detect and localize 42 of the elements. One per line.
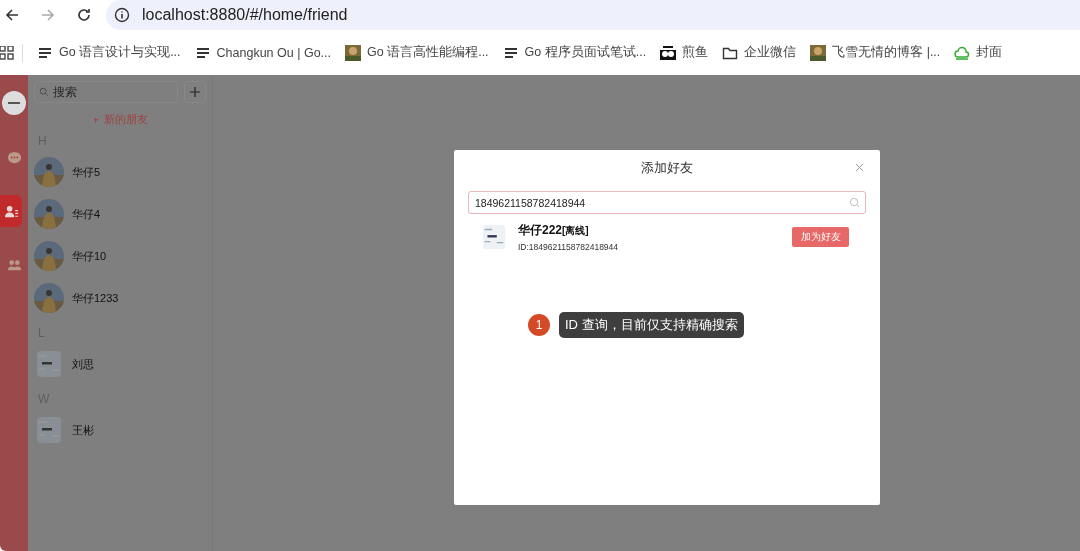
- info-icon: [114, 7, 130, 23]
- plus-icon: [190, 87, 200, 97]
- cloud-icon: [954, 44, 971, 61]
- search-field[interactable]: 搜索: [34, 81, 178, 103]
- chat-icon: [6, 149, 22, 165]
- reload-icon[interactable]: [76, 7, 92, 23]
- default-avatar-icon: [34, 415, 64, 445]
- search-field[interactable]: 1849621158782418944: [468, 191, 866, 214]
- contact-item[interactable]: 王彬: [34, 409, 206, 451]
- group-icon: [6, 257, 22, 273]
- tooltip: ID 查询，目前仅支持精确搜索: [559, 312, 744, 338]
- bookmark[interactable]: 企业微信: [722, 44, 797, 61]
- back-icon[interactable]: [4, 7, 20, 23]
- user-id: ID:1849621158782418944: [518, 242, 620, 252]
- forward-icon[interactable]: [40, 7, 56, 23]
- contact-item[interactable]: 华仔10: [34, 235, 206, 277]
- default-avatar-icon: [34, 349, 64, 379]
- bookmark[interactable]: Changkun Ou | Go...: [194, 44, 331, 61]
- address-bar[interactable]: localhost:8880/#/home/friend: [106, 0, 1080, 30]
- apps-icon[interactable]: [0, 45, 14, 60]
- contact-item[interactable]: 华仔5: [34, 151, 206, 193]
- pin-icon: [92, 116, 100, 124]
- bookmark[interactable]: Go 语言设计与实现...: [37, 44, 181, 61]
- search-icon: [849, 197, 860, 208]
- step-badge: 1: [528, 314, 550, 336]
- bookmark[interactable]: 封面: [954, 44, 1003, 61]
- contact-item[interactable]: 刘思: [34, 343, 206, 385]
- close-icon[interactable]: [855, 163, 864, 172]
- add-button[interactable]: [184, 81, 206, 103]
- nav-item[interactable]: [0, 195, 22, 227]
- avatar-icon: [2, 91, 26, 115]
- dialog-title: 添加好友: [641, 159, 693, 177]
- search-icon: [39, 87, 49, 97]
- default-avatar-icon: [480, 222, 508, 252]
- bookmark[interactable]: Go 程序员面试笔试...: [502, 44, 647, 61]
- contacts-icon: [3, 203, 19, 219]
- bookmark[interactable]: 煎鱼: [660, 44, 709, 61]
- bookmark[interactable]: Go 语言高性能编程...: [345, 44, 489, 61]
- contact-item[interactable]: 华仔4: [34, 193, 206, 235]
- contact-item[interactable]: 华仔1233: [34, 277, 206, 319]
- bookmark[interactable]: 飞雪无情的博客 |...: [810, 44, 941, 61]
- user-name: 华仔222[离线]: [518, 222, 590, 239]
